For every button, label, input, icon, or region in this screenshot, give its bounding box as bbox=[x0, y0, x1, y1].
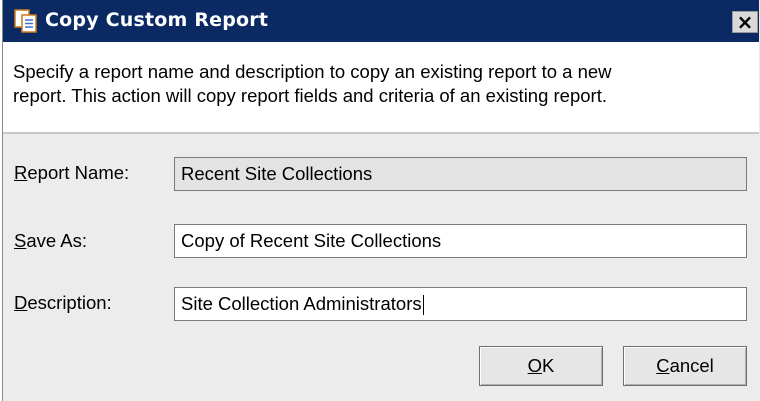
text-caret bbox=[422, 295, 424, 316]
cancel-button[interactable]: Cancel bbox=[623, 346, 747, 386]
cancel-button-accel: C bbox=[656, 355, 670, 376]
description-label-accel: D bbox=[14, 292, 28, 313]
description-value: Site Collection Administrators bbox=[181, 293, 422, 314]
instructions-panel: Specify a report name and description to… bbox=[3, 42, 759, 132]
description-label: Description: bbox=[14, 292, 112, 314]
report-name-label-text: eport Name: bbox=[27, 162, 130, 183]
copy-document-icon bbox=[14, 9, 37, 33]
separator bbox=[3, 132, 759, 134]
dialog-title: Copy Custom Report bbox=[45, 9, 269, 31]
close-button[interactable]: × bbox=[732, 11, 758, 33]
description-label-text: escription: bbox=[27, 292, 112, 313]
save-as-label-accel: S bbox=[14, 230, 27, 251]
save-as-value: Copy of Recent Site Collections bbox=[181, 230, 442, 251]
report-name-value: Recent Site Collections bbox=[181, 163, 373, 184]
report-name-field: Recent Site Collections bbox=[174, 157, 747, 191]
ok-button-accel: O bbox=[527, 355, 543, 376]
description-input[interactable]: Site Collection Administrators bbox=[174, 287, 747, 321]
title-bar[interactable]: Copy Custom Report × bbox=[3, 0, 759, 42]
close-icon: × bbox=[736, 10, 754, 34]
save-as-label-text: ave As: bbox=[26, 230, 88, 251]
save-as-input[interactable]: Copy of Recent Site Collections bbox=[174, 224, 747, 258]
ok-button[interactable]: OK bbox=[479, 346, 603, 386]
cancel-button-text: ancel bbox=[669, 355, 714, 376]
report-name-label: Report Name: bbox=[14, 162, 129, 184]
save-as-label: Save As: bbox=[14, 230, 87, 252]
instructions-line-1: Specify a report name and description to… bbox=[13, 61, 612, 82]
report-name-label-accel: R bbox=[14, 162, 28, 183]
instructions-line-2: report. This action will copy report fie… bbox=[13, 85, 607, 106]
copy-custom-report-dialog: Copy Custom Report × Specify a report na… bbox=[2, 0, 760, 401]
ok-button-text: K bbox=[542, 355, 555, 376]
